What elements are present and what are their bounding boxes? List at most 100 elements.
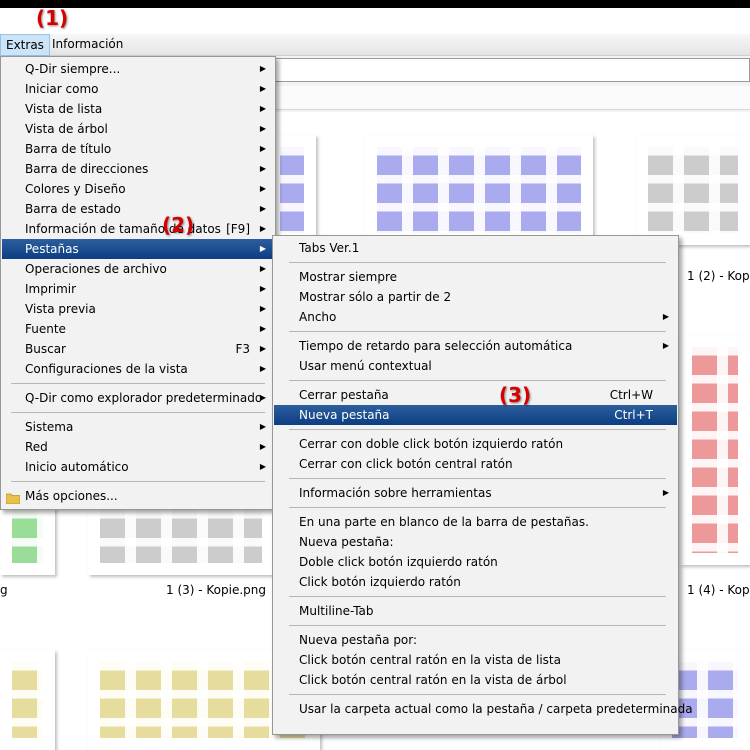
- extras-menu-item-label: Vista de lista: [25, 102, 103, 116]
- tabs-menu-item[interactable]: Click botón izquierdo ratón: [274, 572, 677, 592]
- extras-menu-item[interactable]: Vista previa ▶: [2, 299, 274, 319]
- tabs-menu-item-shortcut: Ctrl+T: [614, 408, 653, 422]
- tabs-menu-item-label: Tiempo de retardo para selección automát…: [299, 339, 573, 353]
- file-caption-mid: 1 (3) - Kopie.png: [166, 583, 267, 597]
- tabs-menu-item[interactable]: Cerrar pestaña Ctrl+W: [274, 385, 677, 405]
- tabs-menu-item[interactable]: Nueva pestaña Ctrl+T: [274, 405, 677, 425]
- submenu-arrow-icon: ▶: [259, 144, 266, 153]
- extras-menu-item[interactable]: Sistema ▶: [2, 417, 274, 437]
- tabs-menu-item-label: Click botón central ratón en la vista de…: [299, 653, 561, 667]
- tabs-menu-item-label: Ancho: [299, 310, 337, 324]
- menu-extras[interactable]: Extras: [0, 34, 50, 56]
- extras-menu-item-label: Fuente: [25, 322, 66, 336]
- extras-menu-item[interactable]: Barra de título ▶: [2, 139, 274, 159]
- menu-separator: [289, 596, 666, 597]
- tabs-menu-item[interactable]: Mostrar siempre: [274, 267, 677, 287]
- tabs-menu-item[interactable]: Doble click botón izquierdo ratón: [274, 552, 677, 572]
- extras-menu-item-label: Pestañas: [25, 242, 79, 256]
- menu-separator: [289, 429, 666, 430]
- tabs-menu-item[interactable]: Click botón central ratón en la vista de…: [274, 670, 677, 690]
- extras-menu-item-label: Inicio automático: [25, 460, 129, 474]
- menu-separator: [11, 383, 265, 384]
- extras-menu-item-label: Barra de direcciones: [25, 162, 149, 176]
- menu-separator: [11, 412, 265, 413]
- tabs-menu-item[interactable]: Tabs Ver.1: [274, 238, 677, 258]
- tabs-menu-item-shortcut: Ctrl+W: [609, 388, 653, 402]
- extras-menu-item-label: Vista previa: [25, 302, 96, 316]
- extras-menu-item[interactable]: Buscar F3 ▶: [2, 339, 274, 359]
- menu-separator: [289, 331, 666, 332]
- extras-menu-item[interactable]: Configuraciones de la vista ▶: [2, 359, 274, 379]
- annotation-1: (1): [36, 6, 69, 30]
- extras-menu-item[interactable]: Barra de estado ▶: [2, 199, 274, 219]
- extras-menu-item[interactable]: Vista de árbol ▶: [2, 119, 274, 139]
- extras-menu-item[interactable]: Colores y Diseño ▶: [2, 179, 274, 199]
- tabs-menu-item-label: En una parte en blanco de la barra de pe…: [299, 515, 589, 529]
- extras-menu-item-label: Q-Dir como explorador predeterminado: [25, 391, 263, 405]
- file-caption-left: g: [0, 583, 8, 597]
- extras-menu-item-label: Buscar: [25, 342, 66, 356]
- address-bar[interactable]: [275, 58, 750, 82]
- tabs-menu-item[interactable]: Cerrar con click botón central ratón: [274, 454, 677, 474]
- image-thumbnail[interactable]: [636, 135, 750, 245]
- menu-informacion[interactable]: Información: [47, 34, 128, 56]
- tabs-menu-item-label: Mostrar sólo a partir de 2: [299, 290, 452, 304]
- tabs-menu-item[interactable]: Nueva pestaña:: [274, 532, 677, 552]
- tabs-menu-item[interactable]: Ancho ▶: [274, 307, 677, 327]
- menu-separator: [11, 481, 265, 482]
- tabs-menu-item[interactable]: Usar menú contextual: [274, 356, 677, 376]
- extras-menu-item-label: Operaciones de archivo: [25, 262, 167, 276]
- annotation-2: (2): [162, 213, 195, 237]
- submenu-arrow-icon: ▶: [662, 488, 669, 497]
- submenu-arrow-icon: ▶: [259, 164, 266, 173]
- tabs-menu-item[interactable]: Tiempo de retardo para selección automát…: [274, 336, 677, 356]
- extras-menu-item[interactable]: Información de tamaño de datos [F9] ▶: [2, 219, 274, 239]
- submenu-arrow-icon: ▶: [662, 312, 669, 321]
- submenu-arrow-icon: ▶: [259, 324, 266, 333]
- tabs-menu-item-label: Nueva pestaña: [299, 408, 390, 422]
- submenu-arrow-icon: ▶: [662, 341, 669, 350]
- extras-menu-item[interactable]: Inicio automático ▶: [2, 457, 274, 477]
- image-thumbnail[interactable]: [680, 335, 750, 565]
- extras-menu-item[interactable]: Imprimir ▶: [2, 279, 274, 299]
- submenu-arrow-icon: ▶: [259, 462, 266, 471]
- tabs-submenu: Tabs Ver.1 Mostrar siempre Mostrar sólo a …: [272, 235, 693, 735]
- submenu-arrow-icon: ▶: [259, 64, 266, 73]
- menu-separator: [289, 478, 666, 479]
- extras-menu-item[interactable]: Fuente ▶: [2, 319, 274, 339]
- extras-menu-item[interactable]: Barra de direcciones ▶: [2, 159, 274, 179]
- extras-menu-item[interactable]: Iniciar como ▶: [2, 79, 274, 99]
- submenu-arrow-icon: ▶: [259, 422, 266, 431]
- extras-menu-item[interactable]: Más opciones...: [2, 486, 274, 506]
- extras-menu-item[interactable]: Pestañas ▶: [2, 239, 274, 259]
- tabs-menu-item-label: Cerrar con doble click botón izquierdo r…: [299, 437, 564, 451]
- extras-menu-item-label: Iniciar como: [25, 82, 99, 96]
- tabs-menu-item-label: Click botón central ratón en la vista de…: [299, 673, 567, 687]
- tabs-menu-item[interactable]: Cerrar con doble click botón izquierdo r…: [274, 434, 677, 454]
- submenu-arrow-icon: ▶: [259, 124, 266, 133]
- tabs-menu-item[interactable]: Mostrar sólo a partir de 2: [274, 287, 677, 307]
- tabs-menu-item[interactable]: Click botón central ratón en la vista de…: [274, 650, 677, 670]
- submenu-arrow-icon: ▶: [259, 344, 266, 353]
- extras-menu-item[interactable]: Red ▶: [2, 437, 274, 457]
- extras-menu-item[interactable]: Q-Dir como explorador predeterminado ▶: [2, 388, 274, 408]
- submenu-arrow-icon: ▶: [259, 364, 266, 373]
- extras-menu-item[interactable]: Operaciones de archivo ▶: [2, 259, 274, 279]
- tabs-menu-item-label: Nueva pestaña:: [299, 535, 394, 549]
- tabs-menu-item-label: Nueva pestaña por:: [299, 633, 418, 647]
- submenu-arrow-icon: ▶: [259, 393, 266, 402]
- tabs-menu-item[interactable]: Nueva pestaña por:: [274, 630, 677, 650]
- tabs-menu-item[interactable]: Información sobre herramientas ▶: [274, 483, 677, 503]
- menu-separator: [289, 262, 666, 263]
- tabs-menu-item[interactable]: Multiline-Tab: [274, 601, 677, 621]
- submenu-arrow-icon: ▶: [259, 184, 266, 193]
- tabs-menu-item[interactable]: Usar la carpeta actual como la pestaña /…: [274, 699, 693, 719]
- extras-menu-item[interactable]: Q-Dir siempre... ▶: [2, 59, 274, 79]
- image-thumbnail[interactable]: [0, 650, 55, 750]
- annotation-3: (3): [499, 383, 532, 407]
- tabs-menu-item[interactable]: En una parte en blanco de la barra de pe…: [274, 512, 677, 532]
- submenu-arrow-icon: ▶: [259, 204, 266, 213]
- image-thumbnail[interactable]: [365, 135, 593, 245]
- extras-menu: Q-Dir siempre... ▶ Iniciar como ▶ Vista de l…: [0, 56, 276, 510]
- extras-menu-item[interactable]: Vista de lista ▶: [2, 99, 274, 119]
